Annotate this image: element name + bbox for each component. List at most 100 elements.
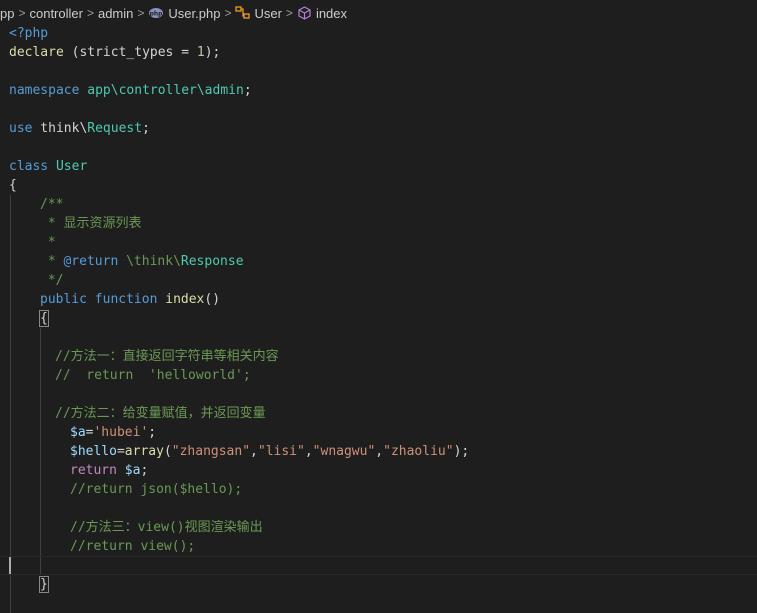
code-token: public xyxy=(40,292,87,307)
code-token: use xyxy=(9,121,33,136)
breadcrumb-label: pp xyxy=(0,5,15,21)
code-line-30: } xyxy=(0,575,757,594)
code-token: */ xyxy=(40,273,64,288)
code-token: think\ xyxy=(32,121,88,136)
breadcrumb-label: controller xyxy=(29,5,83,21)
code-line-10: /** xyxy=(0,195,757,214)
chevron-right-icon: > xyxy=(285,6,293,20)
code-token: , xyxy=(304,444,313,459)
code-token: <?php xyxy=(9,26,49,41)
code-token: app\controller\admin xyxy=(87,83,244,98)
code-line-23: $hello=array("zhangsan","lisi","wnagwu",… xyxy=(0,442,757,461)
code-line-22: $a='hubei'; xyxy=(0,423,757,442)
code-line-4: namespace app\controller\admin; xyxy=(0,81,757,100)
code-line-12: * xyxy=(0,233,757,252)
code-line-14: */ xyxy=(0,271,757,290)
code-token: * 显示资源列表 xyxy=(40,216,142,231)
code-token: "zhaoliu" xyxy=(383,444,454,459)
code-token: return xyxy=(70,463,117,478)
code-token: , xyxy=(375,444,384,459)
code-token: ; xyxy=(243,83,252,98)
code-token: @return xyxy=(63,254,119,269)
code-token: ( xyxy=(163,444,172,459)
code-editor[interactable]: <?php declare (strict_types = 1); namesp… xyxy=(0,24,757,613)
bracket-match-close: } xyxy=(39,576,49,593)
code-token: , xyxy=(250,444,258,459)
code-token: () xyxy=(204,292,221,307)
code-token: //方法二：给变量赋值，并返回变量 xyxy=(55,406,266,421)
breadcrumb-label: admin xyxy=(97,5,134,21)
code-token: * xyxy=(40,235,56,250)
code-line-19: // return 'helloworld'; xyxy=(0,366,757,385)
code-token: ; xyxy=(142,121,150,136)
code-token: namespace xyxy=(9,83,80,98)
code-token: //return json($hello); xyxy=(70,482,243,497)
code-token: "wnagwu" xyxy=(312,444,376,459)
code-token: $a xyxy=(124,463,141,478)
method-icon xyxy=(298,6,311,20)
code-token: "lisi" xyxy=(257,444,305,459)
code-token: ; xyxy=(148,425,157,440)
breadcrumb-label: User xyxy=(254,5,282,21)
current-line-highlight xyxy=(0,556,757,575)
code-token: ; xyxy=(140,463,149,478)
breadcrumb-label: index xyxy=(315,5,348,21)
code-token: declare xyxy=(9,45,64,60)
code-line-9: { xyxy=(0,176,757,195)
breadcrumb-item-app[interactable]: pp xyxy=(0,6,14,21)
code-token: 1 xyxy=(196,45,205,60)
svg-text:php: php xyxy=(150,11,164,18)
php-file-icon: php xyxy=(149,8,164,18)
code-token: ); xyxy=(453,444,470,459)
code-token: "zhangsan" xyxy=(171,444,251,459)
code-token: Request xyxy=(87,121,143,136)
code-token: 'hubei' xyxy=(93,425,149,440)
code-line-28: //return view(); xyxy=(0,537,757,556)
code-line-27: //方法三：view()视图渲染输出 xyxy=(0,518,757,537)
code-line-24: return $a; xyxy=(0,461,757,480)
code-token: array xyxy=(124,444,164,459)
code-line-11: * 显示资源列表 xyxy=(0,214,757,233)
breadcrumb-item-method[interactable]: index xyxy=(297,6,347,21)
code-token: $a xyxy=(70,425,86,440)
code-token: index xyxy=(165,292,205,307)
chevron-right-icon: > xyxy=(224,6,232,20)
code-token: function xyxy=(94,292,158,307)
code-line-6: use think\Request; xyxy=(0,119,757,138)
code-line-8: class User xyxy=(0,157,757,176)
class-icon xyxy=(235,6,251,19)
code-token: User xyxy=(55,159,88,174)
code-line-18: //方法一：直接返回字符串等相关内容 xyxy=(0,347,757,366)
chevron-right-icon: > xyxy=(86,6,94,20)
breadcrumb-item-admin[interactable]: admin xyxy=(98,6,133,21)
chevron-right-icon: > xyxy=(18,6,26,20)
code-token: //方法一：直接返回字符串等相关内容 xyxy=(55,349,279,364)
code-line-25: //return json($hello); xyxy=(0,480,757,499)
code-token: ); xyxy=(204,45,221,60)
code-token: $hello xyxy=(70,444,117,459)
code-token: \think\ xyxy=(118,254,181,269)
code-token: { xyxy=(9,178,17,193)
breadcrumb-item-class[interactable]: User xyxy=(235,5,282,21)
code-token: /** xyxy=(40,197,64,212)
breadcrumb-item-controller[interactable]: controller xyxy=(29,6,82,21)
code-token: // return 'helloworld'; xyxy=(55,368,251,383)
breadcrumb: pp > controller > admin > php User.php >… xyxy=(0,0,757,26)
code-token: Response xyxy=(180,254,244,269)
code-token: * xyxy=(40,254,64,269)
code-token: (strict_types = xyxy=(63,45,197,60)
breadcrumb-label: User.php xyxy=(168,5,221,21)
code-token: = xyxy=(116,444,125,459)
code-token: class xyxy=(9,159,49,174)
code-token: //方法三：view()视图渲染输出 xyxy=(70,520,263,535)
bracket-match-open: { xyxy=(39,310,49,327)
code-line-1: <?php xyxy=(0,24,757,43)
chevron-right-icon: > xyxy=(137,6,145,20)
breadcrumb-item-file[interactable]: php User.php xyxy=(148,6,220,21)
code-line-13: * @return \think\Response xyxy=(0,252,757,271)
code-token: //return view(); xyxy=(70,539,196,554)
code-line-16: { xyxy=(0,309,757,328)
